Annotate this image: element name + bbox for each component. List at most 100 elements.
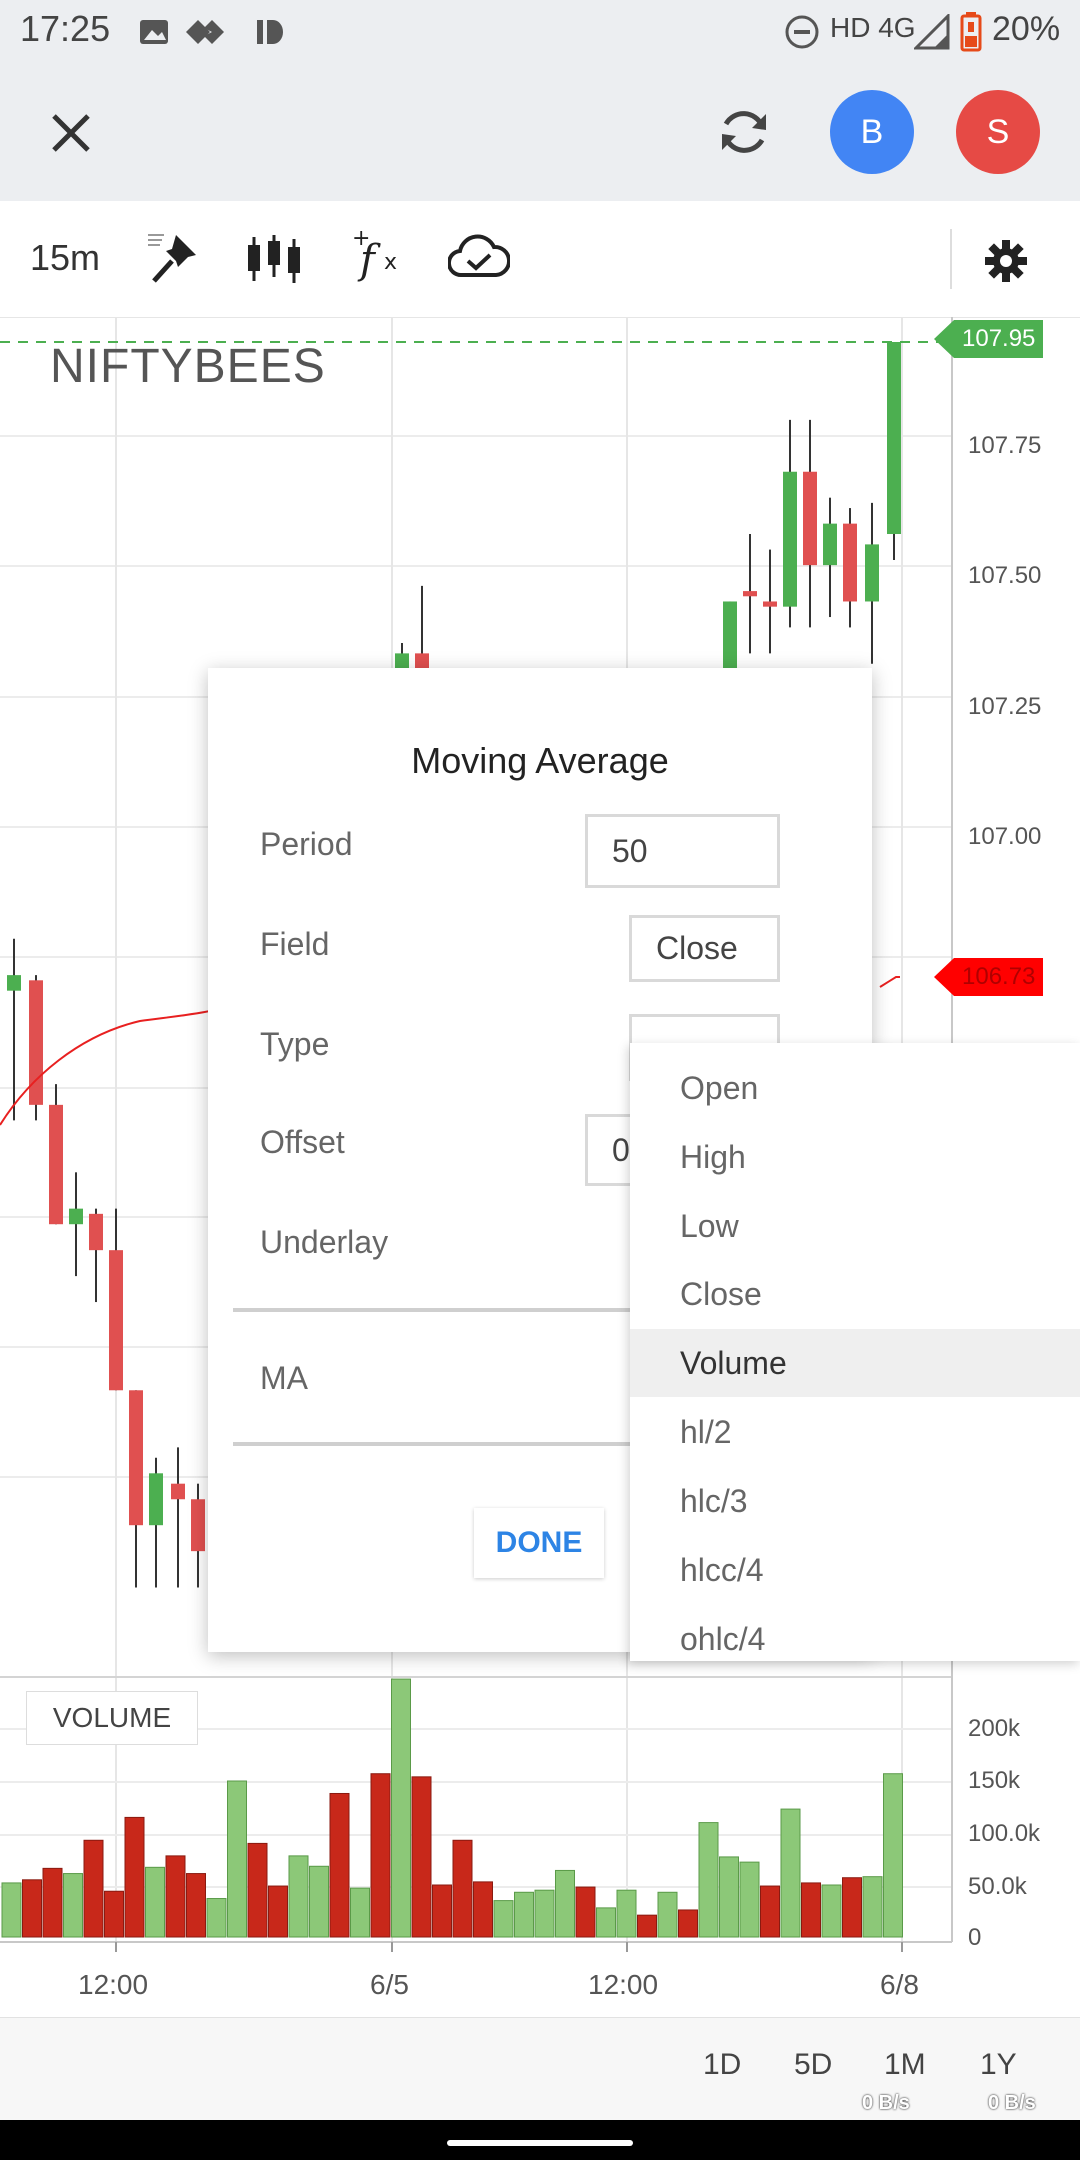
app-header: B S bbox=[0, 64, 1080, 201]
volume-bar bbox=[514, 1891, 534, 1938]
x-axis-label: 6/5 bbox=[370, 1969, 409, 2000]
dropdown-option-hlc3[interactable]: hlc/3 bbox=[630, 1467, 1080, 1535]
dropdown-option-low[interactable]: Low bbox=[630, 1192, 1080, 1260]
period-1m[interactable]: 1M bbox=[884, 2048, 926, 2082]
candle-body bbox=[149, 1473, 163, 1526]
candle-body bbox=[7, 975, 21, 991]
dialog-title: Moving Average bbox=[411, 740, 669, 781]
field-dropdown-menu: Open High Low Close Volume hl/2 hlc/3 hl… bbox=[630, 1043, 1080, 1661]
net-speed-up: 0 B/s bbox=[862, 2092, 910, 2114]
candlestick-icon[interactable] bbox=[246, 233, 302, 285]
price-tick-label: 107.50 bbox=[968, 562, 1042, 589]
volume-bar bbox=[739, 1861, 760, 1938]
volume-bar bbox=[309, 1865, 329, 1938]
period-1d[interactable]: 1D bbox=[703, 2048, 741, 2082]
volume-bar bbox=[780, 1808, 801, 1938]
net-speed-down: 0 B/s bbox=[988, 2092, 1036, 2114]
period-input[interactable]: 50 bbox=[585, 814, 780, 888]
close-icon[interactable] bbox=[50, 112, 92, 154]
home-gesture-pill[interactable] bbox=[447, 2140, 633, 2146]
volume-bar bbox=[22, 1879, 42, 1938]
x-axis-label: 6/8 bbox=[880, 1969, 919, 2000]
dropdown-option-ohlc4[interactable]: ohlc/4 bbox=[630, 1605, 1080, 1673]
volume-bar bbox=[657, 1891, 678, 1938]
volume-bar bbox=[760, 1885, 780, 1938]
interval-selector[interactable]: 15m bbox=[30, 237, 100, 279]
period-bar: 1D 5D 1M 1Y 0 B/s 0 B/s bbox=[0, 2017, 1080, 2121]
dropdown-option-hlcc4[interactable]: hlcc/4 bbox=[630, 1536, 1080, 1604]
candle-body bbox=[843, 523, 857, 602]
dropdown-option-hl2[interactable]: hl/2 bbox=[630, 1398, 1080, 1466]
volume-bar bbox=[247, 1842, 268, 1938]
volume-tick-label: 200k bbox=[968, 1715, 1021, 1742]
candle-body bbox=[191, 1499, 205, 1552]
indicator-fx-icon[interactable]: + f x bbox=[350, 227, 410, 287]
ma-label: MA bbox=[260, 1360, 308, 1396]
notification-icons bbox=[140, 20, 224, 44]
candle-body bbox=[803, 471, 817, 566]
volume-bar bbox=[678, 1909, 698, 1938]
candle-body bbox=[49, 1104, 63, 1225]
x-axis-label: 12:00 bbox=[588, 1969, 659, 2000]
underlay-label: Underlay bbox=[260, 1224, 389, 1260]
period-5d[interactable]: 5D bbox=[794, 2048, 832, 2082]
volume-bar bbox=[124, 1816, 145, 1938]
volume-bar bbox=[473, 1881, 493, 1938]
battery-level: 20% bbox=[992, 10, 1061, 48]
candle-body bbox=[887, 342, 901, 535]
signal-icon bbox=[914, 14, 950, 50]
done-button[interactable]: DONE bbox=[474, 1508, 604, 1578]
candle-body bbox=[109, 1250, 123, 1391]
volume-bar bbox=[493, 1900, 514, 1938]
dropdown-option-volume[interactable]: Volume bbox=[630, 1329, 1080, 1397]
volume-panel-label[interactable]: VOLUME bbox=[26, 1691, 198, 1745]
candle-body bbox=[171, 1483, 185, 1500]
volume-bar bbox=[206, 1898, 227, 1938]
dropdown-option-open[interactable]: Open bbox=[630, 1054, 1080, 1122]
dnd-icon bbox=[785, 15, 819, 49]
volume-bar bbox=[842, 1877, 862, 1938]
dropdown-option-close[interactable]: Close bbox=[630, 1260, 1080, 1328]
volume-bar bbox=[637, 1914, 657, 1938]
volume-bar bbox=[719, 1856, 739, 1938]
field-select[interactable]: Close bbox=[629, 915, 780, 982]
price-tick-label: 107.00 bbox=[968, 823, 1042, 850]
svg-text:f: f bbox=[357, 237, 381, 283]
volume-bar bbox=[698, 1822, 719, 1938]
network-type: HD 4G bbox=[830, 12, 916, 43]
battery-icon bbox=[960, 12, 982, 52]
cloud-save-icon[interactable] bbox=[448, 231, 510, 281]
settings-gear-icon[interactable] bbox=[984, 239, 1028, 283]
candle-body bbox=[69, 1208, 83, 1225]
volume-bar bbox=[391, 1678, 411, 1938]
app-notification-icon bbox=[257, 20, 283, 44]
pin-drawing-icon[interactable] bbox=[146, 231, 200, 285]
period-label: Period bbox=[260, 826, 353, 862]
volume-bar bbox=[227, 1780, 247, 1938]
volume-bar bbox=[575, 1886, 596, 1938]
volume-bar bbox=[42, 1867, 63, 1938]
volume-bar bbox=[165, 1855, 186, 1938]
volume-bar bbox=[104, 1890, 124, 1938]
period-1y[interactable]: 1Y bbox=[980, 2048, 1017, 2082]
avatar-s[interactable]: S bbox=[956, 90, 1040, 174]
volume-bar bbox=[555, 1869, 575, 1938]
volume-bar bbox=[616, 1889, 637, 1938]
current-price-tag: 107.95 bbox=[934, 320, 1044, 358]
volume-bar bbox=[350, 1887, 370, 1938]
price-tick-label: 107.75 bbox=[968, 432, 1042, 459]
candle-body bbox=[763, 601, 777, 607]
volume-bar bbox=[534, 1889, 555, 1938]
dropdown-option-high[interactable]: High bbox=[630, 1123, 1080, 1191]
volume-bar bbox=[370, 1773, 391, 1938]
volume-tick-label: 100.0k bbox=[968, 1820, 1041, 1847]
candle-body bbox=[129, 1390, 143, 1526]
volume-bar bbox=[268, 1885, 288, 1938]
volume-bar bbox=[288, 1855, 309, 1938]
refresh-icon[interactable] bbox=[716, 104, 772, 160]
volume-bar bbox=[801, 1882, 821, 1938]
chart-toolbar: 15m + f x bbox=[0, 201, 1080, 318]
volume-bar bbox=[83, 1839, 104, 1938]
price-tick-label: 107.25 bbox=[968, 693, 1042, 720]
avatar-b[interactable]: B bbox=[830, 90, 914, 174]
